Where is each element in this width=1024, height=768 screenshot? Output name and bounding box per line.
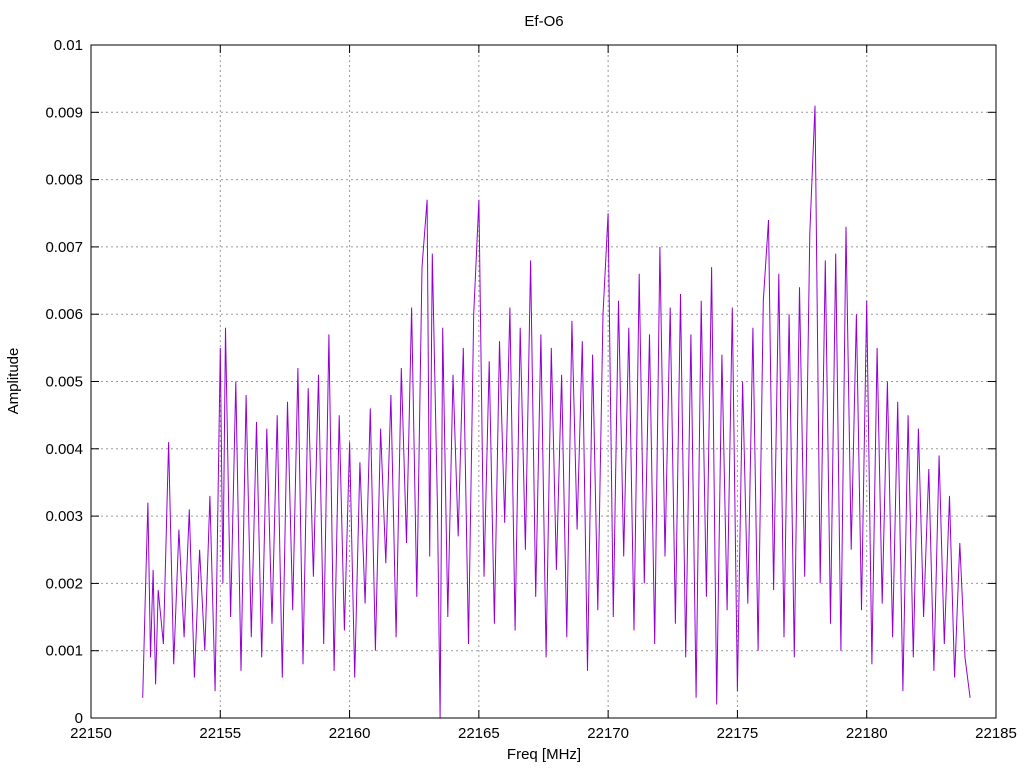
x-axis-title: Freq [MHz] bbox=[507, 746, 581, 763]
x-tick-label: 22180 bbox=[846, 725, 888, 742]
y-tick-label: 0.003 bbox=[45, 508, 83, 525]
y-tick-label: 0.009 bbox=[45, 104, 83, 121]
y-tick-label: 0.01 bbox=[54, 37, 83, 54]
x-tick-label: 22170 bbox=[587, 725, 629, 742]
y-axis-title: Amplitude bbox=[5, 348, 22, 415]
series-line bbox=[142, 105, 971, 719]
y-tick-label: 0.004 bbox=[45, 441, 83, 458]
x-tick-label: 22185 bbox=[975, 725, 1017, 742]
y-tick-label: 0.005 bbox=[45, 374, 83, 391]
data-series bbox=[142, 105, 971, 719]
x-tick-label: 22165 bbox=[458, 725, 500, 742]
x-tick-label: 22175 bbox=[717, 725, 759, 742]
chart-canvas: Ef-O6 22150 22155 22160 22165 22170 22175 2218… bbox=[5, 13, 1017, 763]
y-tick-label: 0.006 bbox=[45, 306, 83, 323]
y-tick-label: 0.007 bbox=[45, 239, 83, 256]
y-tick-label: 0.002 bbox=[45, 575, 83, 592]
y-tick-label: 0 bbox=[75, 710, 83, 727]
chart-title: Ef-O6 bbox=[524, 13, 563, 30]
x-tick-label: 22155 bbox=[199, 725, 241, 742]
y-tick-label: 0.001 bbox=[45, 643, 83, 660]
x-tick-label: 22160 bbox=[329, 725, 371, 742]
y-tick-label: 0.008 bbox=[45, 172, 83, 189]
x-tick-label: 22150 bbox=[70, 725, 112, 742]
